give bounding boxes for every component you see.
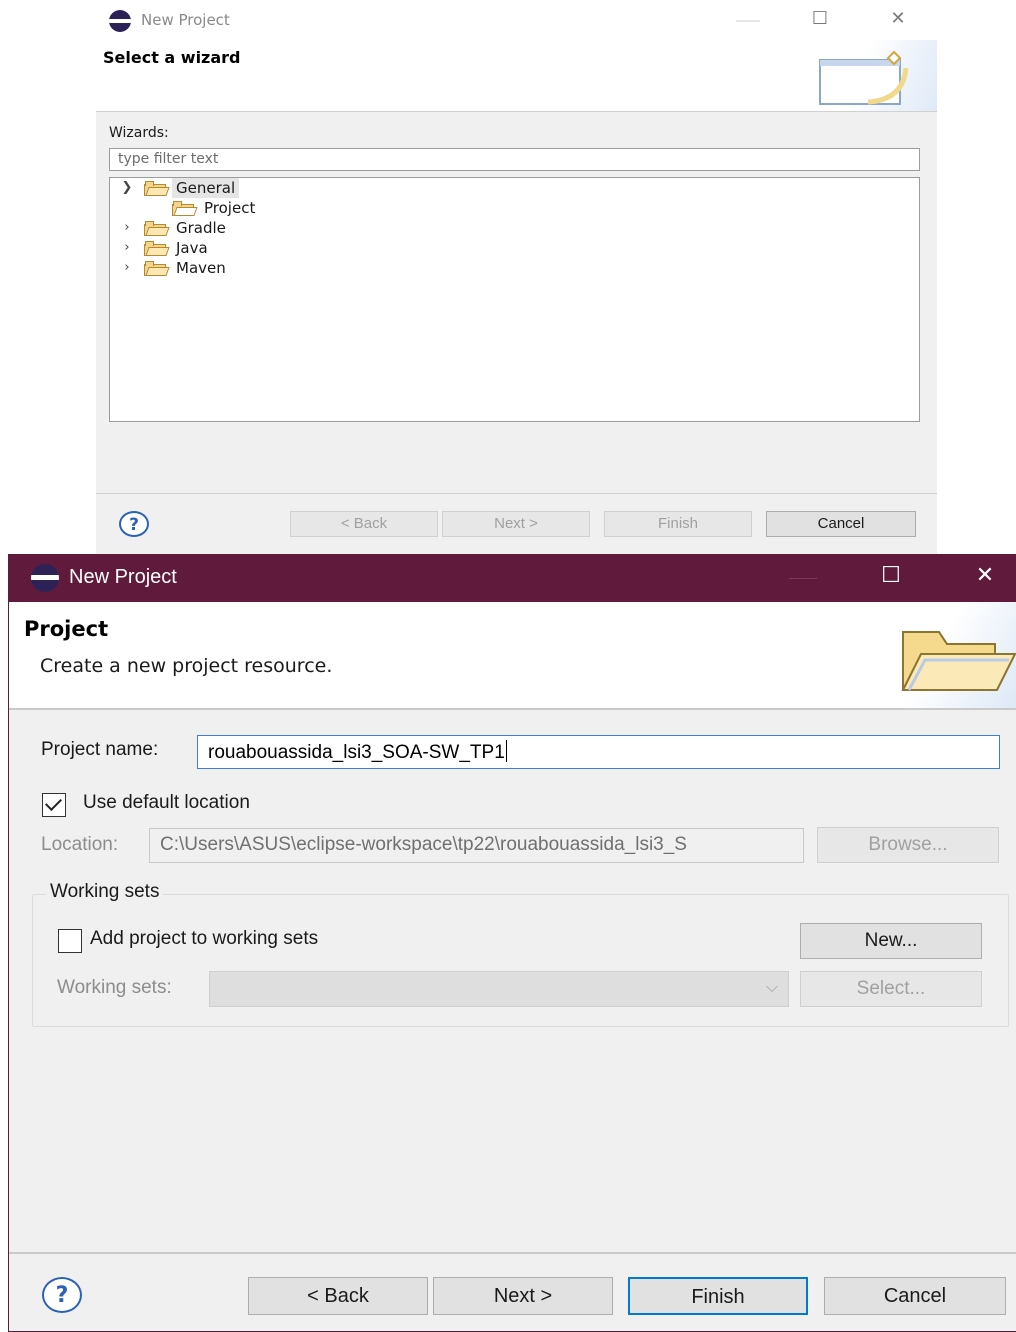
working-sets-group (32, 894, 1009, 1027)
footer-divider (9, 1252, 1016, 1254)
finish-button[interactable]: Finish (628, 1277, 808, 1315)
chevron-down-icon: ⌵ (765, 977, 778, 996)
maximize-icon[interactable]: ☐ (877, 565, 905, 587)
wizard-banner-icon (819, 50, 909, 105)
folder-icon (144, 261, 170, 276)
page-title: Project (24, 617, 109, 641)
header-divider (9, 708, 1016, 710)
next-button[interactable]: Next > (442, 511, 590, 537)
page-title: Select a wizard (103, 48, 241, 67)
browse-button[interactable]: Browse... (817, 827, 999, 863)
folder-banner-icon (901, 631, 1016, 691)
folder-icon (144, 181, 170, 196)
tree-item-label: Project (204, 199, 256, 217)
add-to-working-sets-label[interactable]: Add project to working sets (90, 928, 318, 950)
help-icon[interactable]: ? (119, 511, 149, 537)
text-caret (505, 740, 507, 762)
project-icon (172, 201, 198, 216)
minimize-icon[interactable] (789, 578, 817, 579)
cancel-button[interactable]: Cancel (766, 511, 916, 537)
tree-item-label: Java (176, 239, 208, 257)
next-button[interactable]: Next > (433, 1277, 613, 1315)
use-default-location-label[interactable]: Use default location (83, 792, 250, 814)
eclipse-icon (31, 564, 59, 592)
wizard-dialog-select: New Project ☐ ✕ Select a wizard Wizards:… (96, 0, 937, 560)
tree-item-label: Maven (176, 259, 226, 277)
page-description: Create a new project resource. (40, 655, 333, 677)
close-icon[interactable]: ✕ (971, 565, 999, 587)
back-button[interactable]: < Back (248, 1277, 428, 1315)
wizard-banner-image (808, 40, 937, 112)
project-name-value: rouabouassida_lsi3_SOA-SW_TP1 (208, 742, 505, 763)
wizard-tree[interactable]: ❯ General Project › Gradle › Java › Mave… (109, 177, 920, 422)
project-banner-image (869, 602, 1016, 708)
cancel-button[interactable]: Cancel (824, 1277, 1006, 1315)
close-icon[interactable]: ✕ (886, 9, 910, 29)
filter-input[interactable]: type filter text (109, 148, 920, 171)
working-sets-select[interactable]: ⌵ (209, 971, 789, 1007)
folder-icon (144, 221, 170, 236)
back-button[interactable]: < Back (290, 511, 438, 537)
maximize-icon[interactable]: ☐ (808, 9, 832, 29)
new-working-set-button[interactable]: New... (800, 923, 982, 959)
help-icon[interactable]: ? (42, 1277, 82, 1313)
project-name-label: Project name: (41, 739, 159, 760)
wizards-label: Wizards: (109, 125, 169, 141)
chevron-right-icon[interactable]: › (120, 258, 134, 278)
use-default-location-checkbox[interactable] (42, 793, 66, 817)
tree-item-label: Gradle (176, 219, 226, 237)
select-working-sets-button[interactable]: Select... (800, 971, 982, 1007)
eclipse-icon (109, 10, 131, 32)
chevron-down-icon[interactable]: ❯ (120, 178, 134, 198)
finish-button[interactable]: Finish (604, 511, 752, 537)
title-bar: New Project ☐ ✕ (96, 0, 937, 40)
location-label: Location: (41, 834, 119, 855)
footer-divider (96, 493, 937, 494)
chevron-right-icon[interactable]: › (120, 218, 134, 238)
chevron-right-icon[interactable]: › (120, 238, 134, 258)
working-sets-label: Working sets: (57, 977, 172, 998)
tree-item-label: General (172, 178, 240, 198)
new-project-dialog: New Project ☐ ✕ Project Create a new pro… (8, 554, 1016, 1332)
window-title: New Project (141, 11, 230, 29)
window-title: New Project (69, 566, 177, 588)
add-to-working-sets-checkbox[interactable] (58, 929, 82, 953)
project-name-input[interactable]: rouabouassida_lsi3_SOA-SW_TP1 (197, 735, 1000, 769)
minimize-icon[interactable] (736, 20, 760, 22)
folder-icon (144, 241, 170, 256)
working-sets-group-title: Working sets (46, 881, 164, 903)
title-bar: New Project ☐ ✕ (9, 554, 1016, 602)
location-input: C:\Users\ASUS\eclipse-workspace\tp22\rou… (149, 828, 804, 863)
